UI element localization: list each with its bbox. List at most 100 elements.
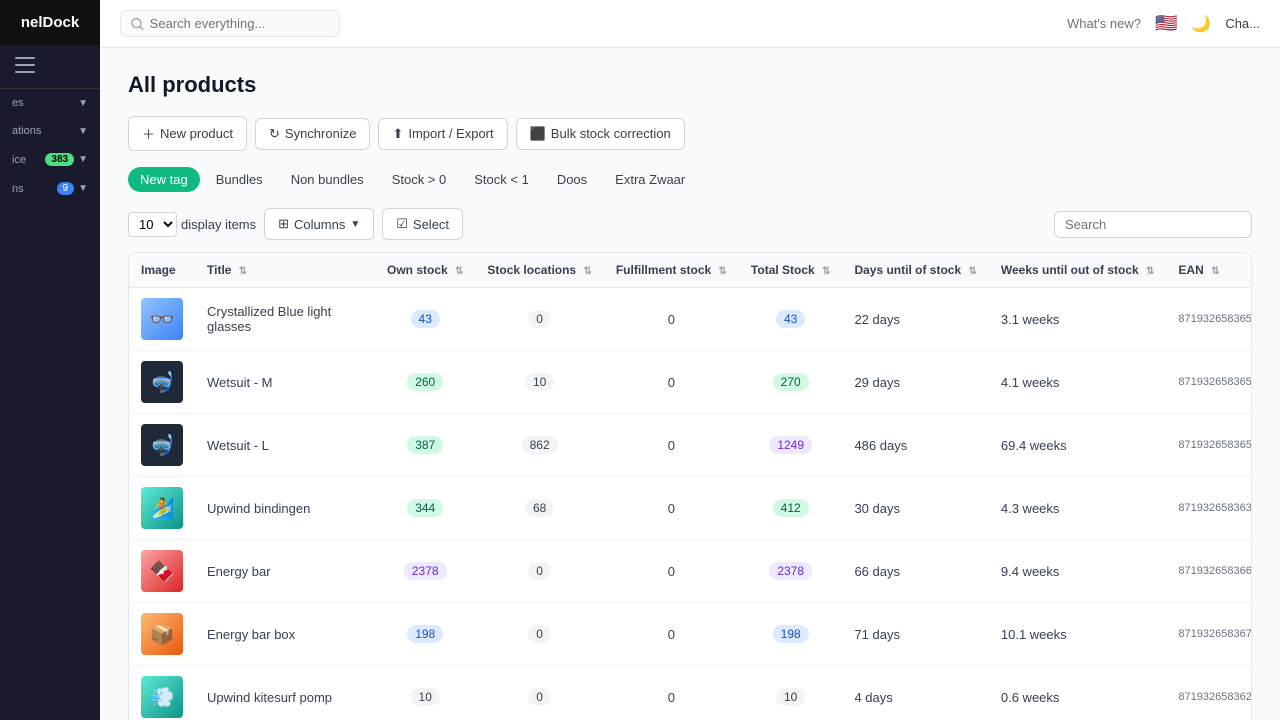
cell-image: 🤿 <box>129 414 195 477</box>
synchronize-button[interactable]: ↻ Synchronize <box>255 118 370 150</box>
cell-title: Crystallized Blue light glasses <box>195 288 375 351</box>
cell-stock-locations: 0 <box>475 603 603 666</box>
menu-icon[interactable] <box>0 45 100 89</box>
flag-icon: 🇺🇸 <box>1155 13 1177 34</box>
cell-own-stock: 43 <box>375 288 475 351</box>
cell-days-until-stock: 22 days <box>842 288 988 351</box>
filter-tab-stock-gt-0[interactable]: Stock > 0 <box>380 167 459 192</box>
cell-image: 🍫 <box>129 540 195 603</box>
cell-title: Wetsuit - M <box>195 351 375 414</box>
table-search-input[interactable] <box>1054 211 1252 238</box>
cell-total-stock: 1249 <box>739 414 843 477</box>
filter-tab-extra-zwaar[interactable]: Extra Zwaar <box>603 167 697 192</box>
product-thumbnail: 🤿 <box>141 424 183 466</box>
table-row[interactable]: 🍫 Energy bar 2378 0 0 2378 66 days 9.4 w… <box>129 540 1252 603</box>
own-stock-badge: 387 <box>407 436 443 454</box>
sidebar-section-es[interactable]: es ▼ <box>0 89 100 117</box>
cell-ean: 8719326583624 <box>1166 666 1252 720</box>
filter-tab-bundles[interactable]: Bundles <box>204 167 275 192</box>
col-header-fulfillment-stock[interactable]: Fulfillment stock ⇅ <box>604 253 739 288</box>
products-table-wrapper: Image Title ⇅ Own stock ⇅ Stock location… <box>128 252 1252 720</box>
col-header-total-stock[interactable]: Total Stock ⇅ <box>739 253 843 288</box>
sync-icon: ↻ <box>269 126 280 142</box>
product-thumbnail: 💨 <box>141 676 183 718</box>
col-header-title[interactable]: Title ⇅ <box>195 253 375 288</box>
cell-total-stock: 270 <box>739 351 843 414</box>
search-box[interactable] <box>120 10 340 37</box>
filter-tab-stock-lt-1[interactable]: Stock < 1 <box>462 167 541 192</box>
chevron-icon: ▼ <box>78 183 88 194</box>
whats-new-link[interactable]: What's new? <box>1067 16 1141 31</box>
col-header-ean[interactable]: EAN ⇅ <box>1166 253 1252 288</box>
sidebar: nelDock es ▼ ations ▼ ice 383 ▼ ns 9 ▼ <box>0 0 100 720</box>
search-input[interactable] <box>150 16 329 31</box>
table-row[interactable]: 🤿 Wetsuit - L 387 862 0 1249 486 days 69… <box>129 414 1252 477</box>
stock-locations-badge: 862 <box>522 436 558 454</box>
total-stock-badge: 43 <box>776 310 805 328</box>
header: What's new? 🇺🇸 🌙 Cha... <box>100 0 1280 48</box>
cell-ean: 8719326583662 <box>1166 540 1252 603</box>
bulk-correction-button[interactable]: ⬛ Bulk stock correction <box>516 118 685 150</box>
cell-weeks-until-stock: 10.1 weeks <box>989 603 1167 666</box>
cell-own-stock: 344 <box>375 477 475 540</box>
total-stock-badge: 10 <box>776 688 805 706</box>
cell-title: Upwind kitesurf pomp <box>195 666 375 720</box>
cell-weeks-until-stock: 4.1 weeks <box>989 351 1167 414</box>
header-right: What's new? 🇺🇸 🌙 Cha... <box>1067 13 1260 34</box>
filter-tab-doos[interactable]: Doos <box>545 167 599 192</box>
cell-title: Energy bar box <box>195 603 375 666</box>
own-stock-badge: 260 <box>407 373 443 391</box>
sidebar-section-ice[interactable]: ice 383 ▼ <box>0 145 100 174</box>
sidebar-section-ns[interactable]: ns 9 ▼ <box>0 174 100 203</box>
table-row[interactable]: 💨 Upwind kitesurf pomp 10 0 0 10 4 days … <box>129 666 1252 720</box>
cell-fulfillment-stock: 0 <box>604 288 739 351</box>
stock-locations-badge: 0 <box>528 562 551 580</box>
col-header-stock-locations[interactable]: Stock locations ⇅ <box>475 253 603 288</box>
stock-locations-badge: 0 <box>528 625 551 643</box>
cell-image: 💨 <box>129 666 195 720</box>
items-per-page-control: 10 25 50 display items <box>128 212 256 237</box>
cell-own-stock: 10 <box>375 666 475 720</box>
table-row[interactable]: 🏄 Upwind bindingen 344 68 0 412 30 days … <box>129 477 1252 540</box>
table-controls-left: 10 25 50 display items ⊞ Columns ▼ ☑ Sel… <box>128 208 463 240</box>
cell-own-stock: 2378 <box>375 540 475 603</box>
stock-locations-badge: 0 <box>528 310 551 328</box>
total-stock-badge: 198 <box>773 625 809 643</box>
content-area: All products ＋ New product ↻ Synchronize… <box>100 48 1280 720</box>
dark-mode-icon[interactable]: 🌙 <box>1191 14 1211 34</box>
filter-tab-non-bundles[interactable]: Non bundles <box>279 167 376 192</box>
filter-tab-new-tag[interactable]: New tag <box>128 167 200 192</box>
own-stock-badge: 2378 <box>404 562 447 580</box>
import-export-icon: ⬆ <box>392 126 403 142</box>
new-product-button[interactable]: ＋ New product <box>128 116 247 151</box>
badge-9: 9 <box>57 182 75 195</box>
total-stock-badge: 2378 <box>769 562 812 580</box>
cell-total-stock: 43 <box>739 288 843 351</box>
cell-fulfillment-stock: 0 <box>604 414 739 477</box>
cell-weeks-until-stock: 4.3 weeks <box>989 477 1167 540</box>
col-header-days-until-stock[interactable]: Days until of stock ⇅ <box>842 253 988 288</box>
columns-button[interactable]: ⊞ Columns ▼ <box>264 208 374 240</box>
col-header-weeks-until-stock[interactable]: Weeks until out of stock ⇅ <box>989 253 1167 288</box>
cell-total-stock: 412 <box>739 477 843 540</box>
col-header-image[interactable]: Image <box>129 253 195 288</box>
cell-ean: 8719326583657 <box>1166 351 1252 414</box>
select-icon: ☑ <box>396 216 408 232</box>
own-stock-badge: 344 <box>407 499 443 517</box>
columns-icon: ⊞ <box>278 216 289 232</box>
col-header-own-stock[interactable]: Own stock ⇅ <box>375 253 475 288</box>
table-row[interactable]: 👓 Crystallized Blue light glasses 43 0 0… <box>129 288 1252 351</box>
cell-fulfillment-stock: 0 <box>604 477 739 540</box>
sidebar-section-ations[interactable]: ations ▼ <box>0 117 100 145</box>
own-stock-badge: 10 <box>411 688 440 706</box>
import-export-button[interactable]: ⬆ Import / Export <box>378 118 507 150</box>
select-button[interactable]: ☑ Select <box>382 208 463 240</box>
cell-days-until-stock: 4 days <box>842 666 988 720</box>
badge-383: 383 <box>45 153 74 166</box>
cell-own-stock: 260 <box>375 351 475 414</box>
items-per-page-select[interactable]: 10 25 50 <box>128 212 177 237</box>
table-row[interactable]: 🤿 Wetsuit - M 260 10 0 270 29 days 4.1 w… <box>129 351 1252 414</box>
cell-image: 📦 <box>129 603 195 666</box>
cell-own-stock: 387 <box>375 414 475 477</box>
table-row[interactable]: 📦 Energy bar box 198 0 0 198 71 days 10.… <box>129 603 1252 666</box>
